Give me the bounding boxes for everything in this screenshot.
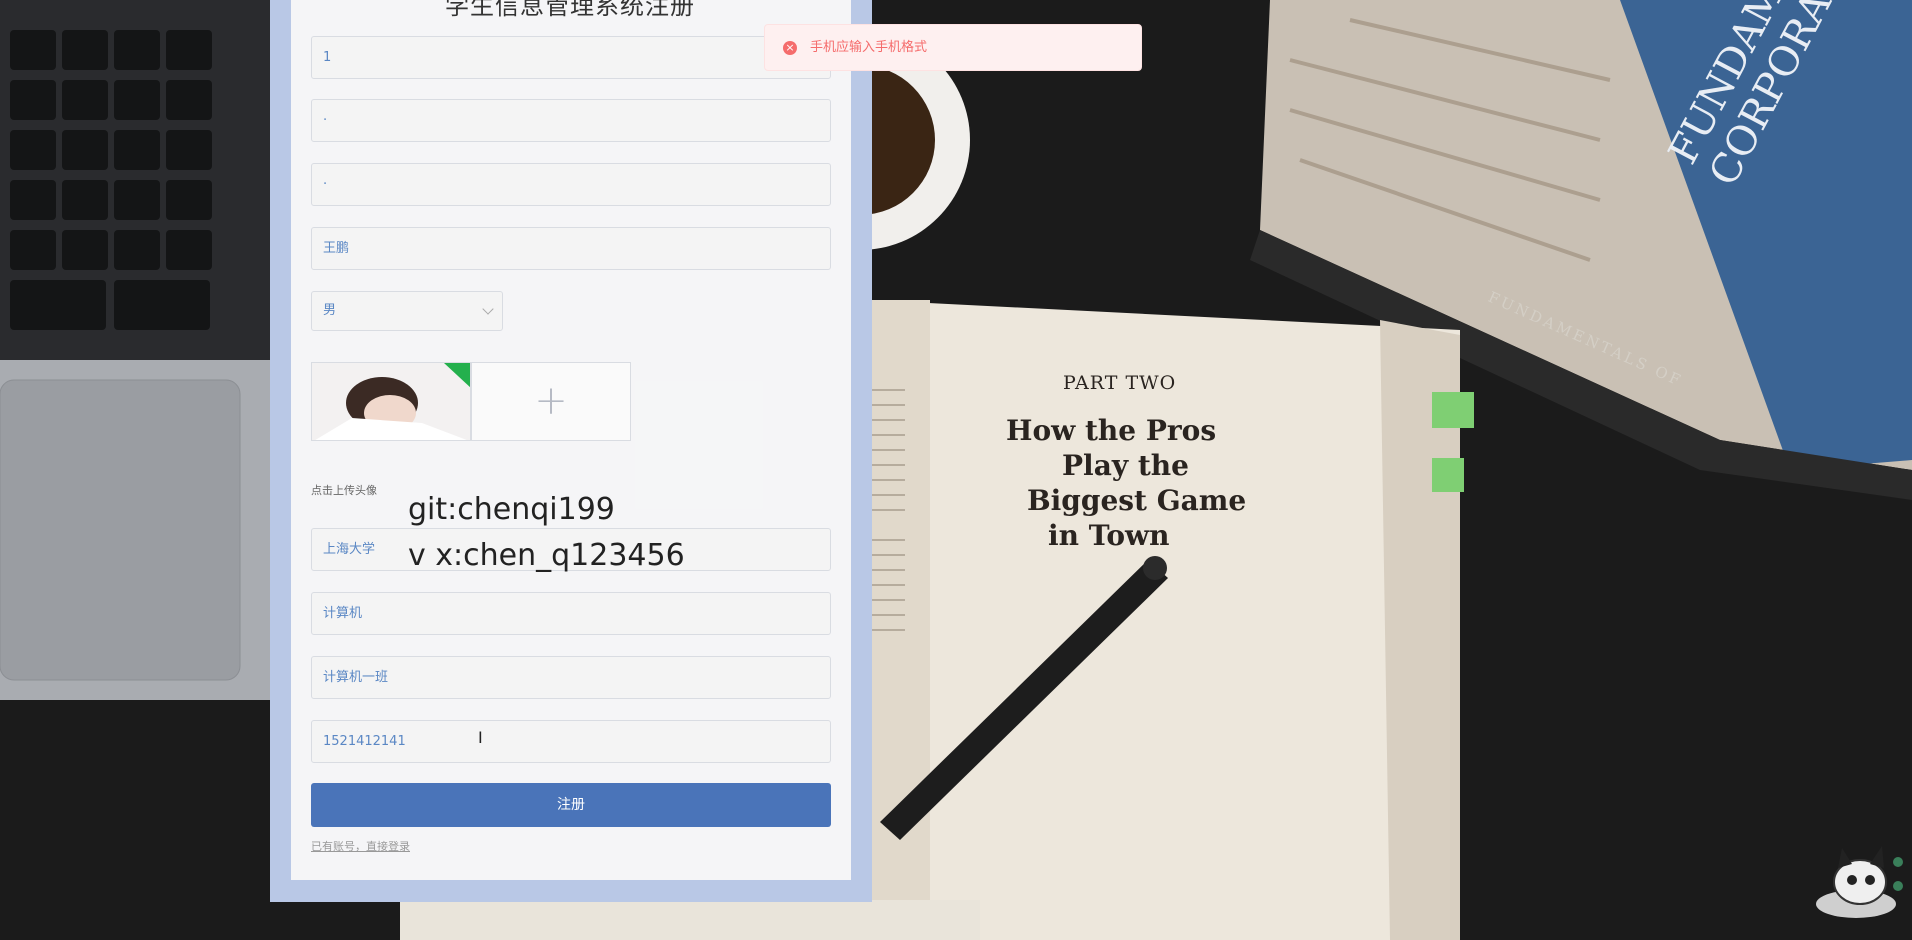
book-title-line-1: How the Pros <box>1006 414 1217 447</box>
toast-message: 手机应输入手机格式 <box>810 40 928 55</box>
gender-select[interactable]: 男 <box>311 291 503 331</box>
phone-value: 1521412141 <box>323 734 406 749</box>
real-name-value: 王鹏 <box>323 241 350 256</box>
school-value: 上海大学 <box>323 542 376 557</box>
page-title: 学生信息管理系统注册 <box>445 0 695 20</box>
password-input[interactable]: · <box>311 99 831 142</box>
password-value: · <box>323 113 328 128</box>
username-value: 1 <box>323 50 332 65</box>
avatar-thumbnail[interactable] <box>311 362 471 441</box>
laptop-image <box>0 0 290 700</box>
class-value: 计算机一班 <box>323 670 389 685</box>
book-title-line-4: in Town <box>1048 519 1170 552</box>
real-name-input[interactable]: 王鹏 <box>311 227 831 270</box>
avatar-photo <box>312 363 470 440</box>
plus-icon: + <box>534 378 568 424</box>
gender-value: 男 <box>323 303 337 318</box>
error-toast: × 手机应输入手机格式 <box>764 24 1142 71</box>
avatar-upload-hint: 点击上传头像 <box>311 484 377 497</box>
username-input[interactable]: 1 <box>311 36 831 79</box>
watermark-line-1: git:chenqi199 <box>408 492 615 527</box>
login-link[interactable]: 已有账号，直接登录 <box>311 838 410 854</box>
book-title-line-2: Play the <box>1062 449 1189 482</box>
chevron-down-icon <box>482 303 494 315</box>
text-cursor-icon: I <box>478 728 483 747</box>
confirm-password-input[interactable]: · <box>311 163 831 206</box>
major-input[interactable]: 计算机 <box>311 592 831 635</box>
watermark-line-2: v x:chen_q123456 <box>408 538 685 573</box>
phone-input[interactable]: 1521412141 <box>311 720 831 763</box>
confirm-password-value: · <box>323 177 328 192</box>
cat-mascot-icon[interactable] <box>1808 842 1904 920</box>
open-book-image <box>870 300 1474 940</box>
register-button[interactable]: 注册 <box>311 783 831 827</box>
book-heading: PART TWO <box>1063 372 1177 394</box>
avatar-upload-button[interactable]: + <box>471 362 631 441</box>
book-title-line-3: Biggest Game <box>1027 484 1247 517</box>
major-value: 计算机 <box>323 606 363 621</box>
class-input[interactable]: 计算机一班 <box>311 656 831 699</box>
error-circle-icon: × <box>783 41 797 55</box>
